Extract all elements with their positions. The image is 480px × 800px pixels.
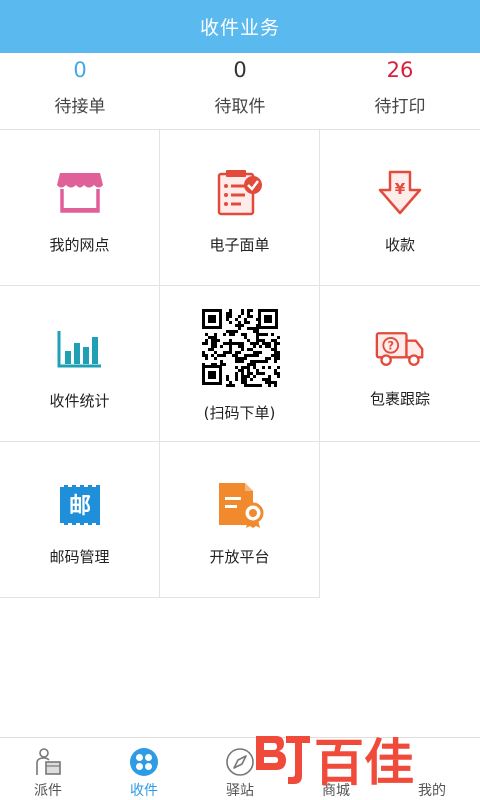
grid-item-label: (扫码下单)	[203, 404, 276, 422]
stat-pending-print[interactable]: 26 待打印	[320, 53, 480, 129]
svg-text:?: ?	[388, 339, 394, 352]
stat-pending-accept[interactable]: 0 待接单	[0, 53, 160, 129]
grid-item-payment[interactable]: ¥ 收款	[320, 130, 480, 286]
svg-text:¥: ¥	[395, 180, 406, 198]
watermark-logo: 百佳	[256, 734, 414, 792]
grid-dots-icon	[129, 747, 159, 777]
grid-item-label: 收件统计	[49, 392, 110, 410]
yen-arrow-icon: ¥	[375, 168, 425, 218]
app-screen: 收件业务 0 待接单 0 待取件 26 待打印 我的网点 电子面单 ¥ 收款 收…	[0, 0, 480, 800]
tab-label: 收件	[130, 783, 158, 799]
grid-item-my-outlet[interactable]: 我的网点	[0, 130, 160, 286]
grid-item-parcel-tracking[interactable]: ? 包裹跟踪	[320, 286, 480, 442]
stat-value: 0	[73, 58, 87, 82]
stat-label: 待打印	[374, 97, 426, 117]
tab-label: 派件	[34, 783, 62, 799]
grid-item-label: 包裹跟踪	[369, 390, 430, 408]
stat-label: 待取件	[214, 97, 266, 117]
tab-pickup[interactable]: 收件	[96, 738, 192, 800]
grid-item-label: 我的网点	[49, 236, 110, 254]
qr-code-icon	[199, 306, 281, 388]
grid-item-label: 电子面单	[209, 236, 270, 254]
grid-item-scan-order[interactable]: (扫码下单)	[160, 286, 320, 442]
delivery-truck-icon: ?	[375, 324, 425, 374]
grid-item-open-platform[interactable]: 开放平台	[160, 442, 320, 598]
courier-box-icon	[33, 747, 63, 777]
grid-item-e-waybill[interactable]: 电子面单	[160, 130, 320, 286]
page-title-text: 收件业务	[199, 17, 280, 39]
stat-value: 0	[233, 58, 247, 82]
stat-label: 待接单	[54, 97, 106, 117]
svg-text:邮: 邮	[68, 494, 90, 519]
stat-value: 26	[386, 58, 414, 82]
grid-item-postal-code[interactable]: 邮 邮码管理	[0, 442, 160, 598]
page-title: 收件业务	[0, 0, 480, 53]
grid-item-label: 开放平台	[209, 548, 270, 566]
grid-item-pickup-stats[interactable]: 收件统计	[0, 286, 160, 442]
postal-stamp-icon: 邮	[55, 480, 105, 530]
tab-dispatch[interactable]: 派件	[0, 738, 96, 800]
checklist-icon	[215, 168, 265, 218]
certificate-icon	[215, 480, 265, 530]
bar-chart-icon	[55, 324, 105, 374]
storefront-icon	[55, 168, 105, 218]
grid-item-label: 收款	[384, 236, 415, 254]
stat-pending-pickup[interactable]: 0 待取件	[160, 53, 320, 129]
grid-item-label: 邮码管理	[49, 548, 110, 566]
watermark-text: 百佳	[314, 734, 414, 792]
stats-bar: 0 待接单 0 待取件 26 待打印	[0, 53, 480, 130]
